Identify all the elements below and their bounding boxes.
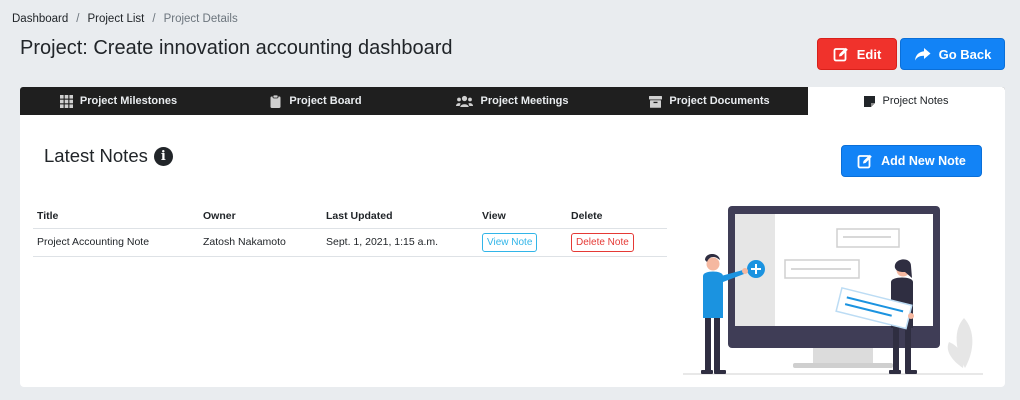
note-delete-cell: Delete Note <box>567 228 667 257</box>
breadcrumb: Dashboard / Project List / Project Detai… <box>12 13 238 25</box>
notes-illustration <box>683 200 993 380</box>
go-back-button-label: Go Back <box>938 46 992 62</box>
tab-project-meetings[interactable]: Project Meetings <box>414 87 611 115</box>
note-updated: Sept. 1, 2021, 1:15 a.m. <box>322 228 478 257</box>
column-header-title: Title <box>33 206 199 229</box>
edit-icon <box>833 46 849 62</box>
column-header-last-updated: Last Updated <box>322 206 478 229</box>
notes-table: Title Owner Last Updated View Delete Pro… <box>33 206 667 257</box>
tab-project-milestones[interactable]: Project Milestones <box>20 87 217 115</box>
users-icon <box>456 95 474 108</box>
view-note-button[interactable]: View Note <box>482 232 538 252</box>
column-header-view: View <box>478 206 567 229</box>
breadcrumb-separator: / <box>152 13 156 25</box>
archive-icon <box>649 95 663 108</box>
page-title: Project: Create innovation accounting da… <box>20 37 453 59</box>
edit-button[interactable]: Edit <box>817 38 897 70</box>
breadcrumb-dashboard[interactable]: Dashboard <box>12 13 68 25</box>
tab-project-board[interactable]: Project Board <box>217 87 414 115</box>
column-header-delete: Delete <box>567 206 667 229</box>
note-owner: Zatosh Nakamoto <box>199 228 322 257</box>
tab-label: Project Documents <box>669 95 770 107</box>
clipboard-icon <box>269 94 282 108</box>
sticky-note-icon <box>864 95 876 107</box>
column-header-owner: Owner <box>199 206 322 229</box>
edit-button-label: Edit <box>856 46 882 62</box>
project-tabs: Project Milestones Project Board Project… <box>20 87 1005 115</box>
grid-icon <box>59 94 73 108</box>
note-title: Project Accounting Note <box>33 228 199 257</box>
breadcrumb-project-list[interactable]: Project List <box>87 13 144 25</box>
info-icon[interactable]: i <box>153 146 173 166</box>
tab-project-documents[interactable]: Project Documents <box>611 87 808 115</box>
tab-label: Project Notes <box>882 95 949 107</box>
add-new-note-button[interactable]: Add New Note <box>841 145 982 177</box>
delete-note-button[interactable]: Delete Note <box>571 232 634 252</box>
notes-heading-text: Latest Notes <box>44 145 148 166</box>
tab-label: Project Milestones <box>79 95 178 107</box>
go-back-button[interactable]: Go Back <box>900 38 1005 70</box>
share-arrow-icon <box>914 47 931 62</box>
note-view-cell: View Note <box>478 228 567 257</box>
breadcrumb-separator: / <box>76 13 80 25</box>
edit-icon <box>857 153 873 169</box>
breadcrumb-current: Project Details <box>163 13 238 25</box>
tab-project-notes[interactable]: Project Notes <box>808 87 1005 115</box>
tab-label: Project Meetings <box>480 95 569 107</box>
tab-label: Project Board <box>289 95 362 107</box>
table-row: Project Accounting Note Zatosh Nakamoto … <box>33 228 667 257</box>
table-header-row: Title Owner Last Updated View Delete <box>33 206 667 229</box>
notes-heading: Latest Notes i <box>44 145 173 167</box>
add-new-note-label: Add New Note <box>881 154 966 168</box>
